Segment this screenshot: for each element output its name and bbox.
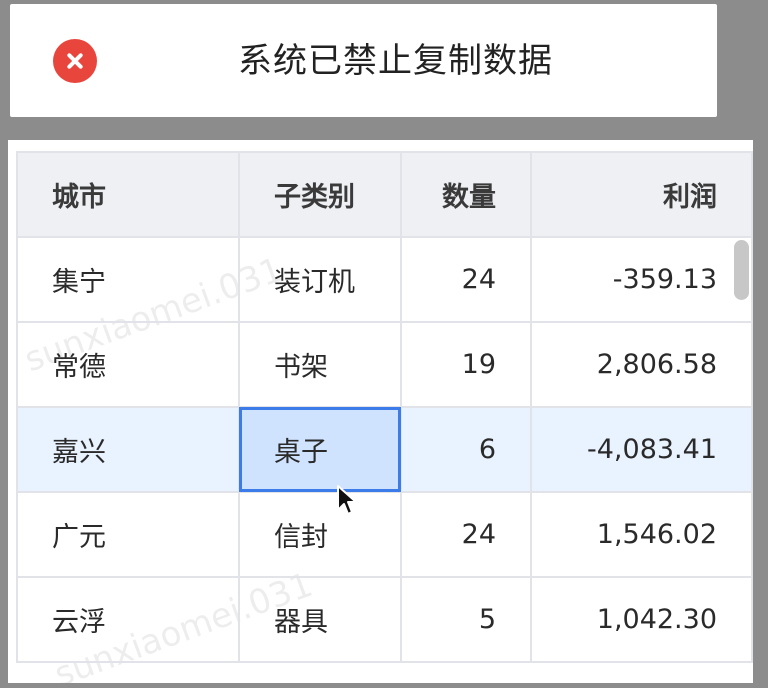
cell-city[interactable]: 云浮 bbox=[16, 576, 240, 663]
cell-quantity[interactable]: 19 bbox=[400, 321, 532, 408]
cell-profit[interactable]: 2,806.58 bbox=[530, 321, 753, 408]
table-row[interactable]: 集宁 装订机 24 -359.13 bbox=[16, 236, 753, 323]
cell-city[interactable]: 集宁 bbox=[16, 236, 240, 323]
cell-quantity[interactable]: 24 bbox=[400, 491, 532, 578]
cell-quantity[interactable]: 24 bbox=[400, 236, 532, 323]
data-table-panel: sunxiaomei.031 sunxiaomei.031 城市 子类别 数量 … bbox=[8, 140, 753, 683]
cell-city[interactable]: 常德 bbox=[16, 321, 240, 408]
cell-city[interactable]: 嘉兴 bbox=[16, 406, 240, 493]
error-icon bbox=[53, 39, 97, 83]
column-header-subcategory[interactable]: 子类别 bbox=[238, 151, 402, 238]
column-header-quantity[interactable]: 数量 bbox=[400, 151, 532, 238]
cell-profit[interactable]: 1,042.30 bbox=[530, 576, 753, 663]
cell-subcategory[interactable]: 信封 bbox=[238, 491, 402, 578]
cell-profit[interactable]: -4,083.41 bbox=[530, 406, 753, 493]
cell-subcategory[interactable]: 书架 bbox=[238, 321, 402, 408]
toast-message: 系统已禁止复制数据 bbox=[238, 41, 553, 81]
cell-subcategory-selected[interactable]: 桌子 bbox=[238, 406, 402, 493]
cell-city[interactable]: 广元 bbox=[16, 491, 240, 578]
cell-profit[interactable]: 1,546.02 bbox=[530, 491, 753, 578]
cell-subcategory[interactable]: 装订机 bbox=[238, 236, 402, 323]
cell-profit[interactable]: -359.13 bbox=[530, 236, 753, 323]
table-row[interactable]: 广元 信封 24 1,546.02 bbox=[16, 491, 753, 578]
vertical-scrollbar[interactable] bbox=[734, 240, 749, 300]
cell-subcategory[interactable]: 器具 bbox=[238, 576, 402, 663]
cell-quantity[interactable]: 5 bbox=[400, 576, 532, 663]
table-row-highlighted[interactable]: 嘉兴 桌子 6 -4,083.41 bbox=[16, 406, 753, 493]
table-row[interactable]: 常德 书架 19 2,806.58 bbox=[16, 321, 753, 408]
cell-quantity[interactable]: 6 bbox=[400, 406, 532, 493]
error-toast: 系统已禁止复制数据 bbox=[10, 4, 717, 117]
table-header-row: 城市 子类别 数量 利润 bbox=[16, 151, 753, 238]
column-header-profit[interactable]: 利润 bbox=[530, 151, 753, 238]
table-row[interactable]: 云浮 器具 5 1,042.30 bbox=[16, 576, 753, 663]
column-header-city[interactable]: 城市 bbox=[16, 151, 240, 238]
mouse-pointer-icon bbox=[337, 485, 357, 515]
data-table: 城市 子类别 数量 利润 集宁 装订机 24 -359.13 常德 书架 19 … bbox=[16, 151, 753, 663]
